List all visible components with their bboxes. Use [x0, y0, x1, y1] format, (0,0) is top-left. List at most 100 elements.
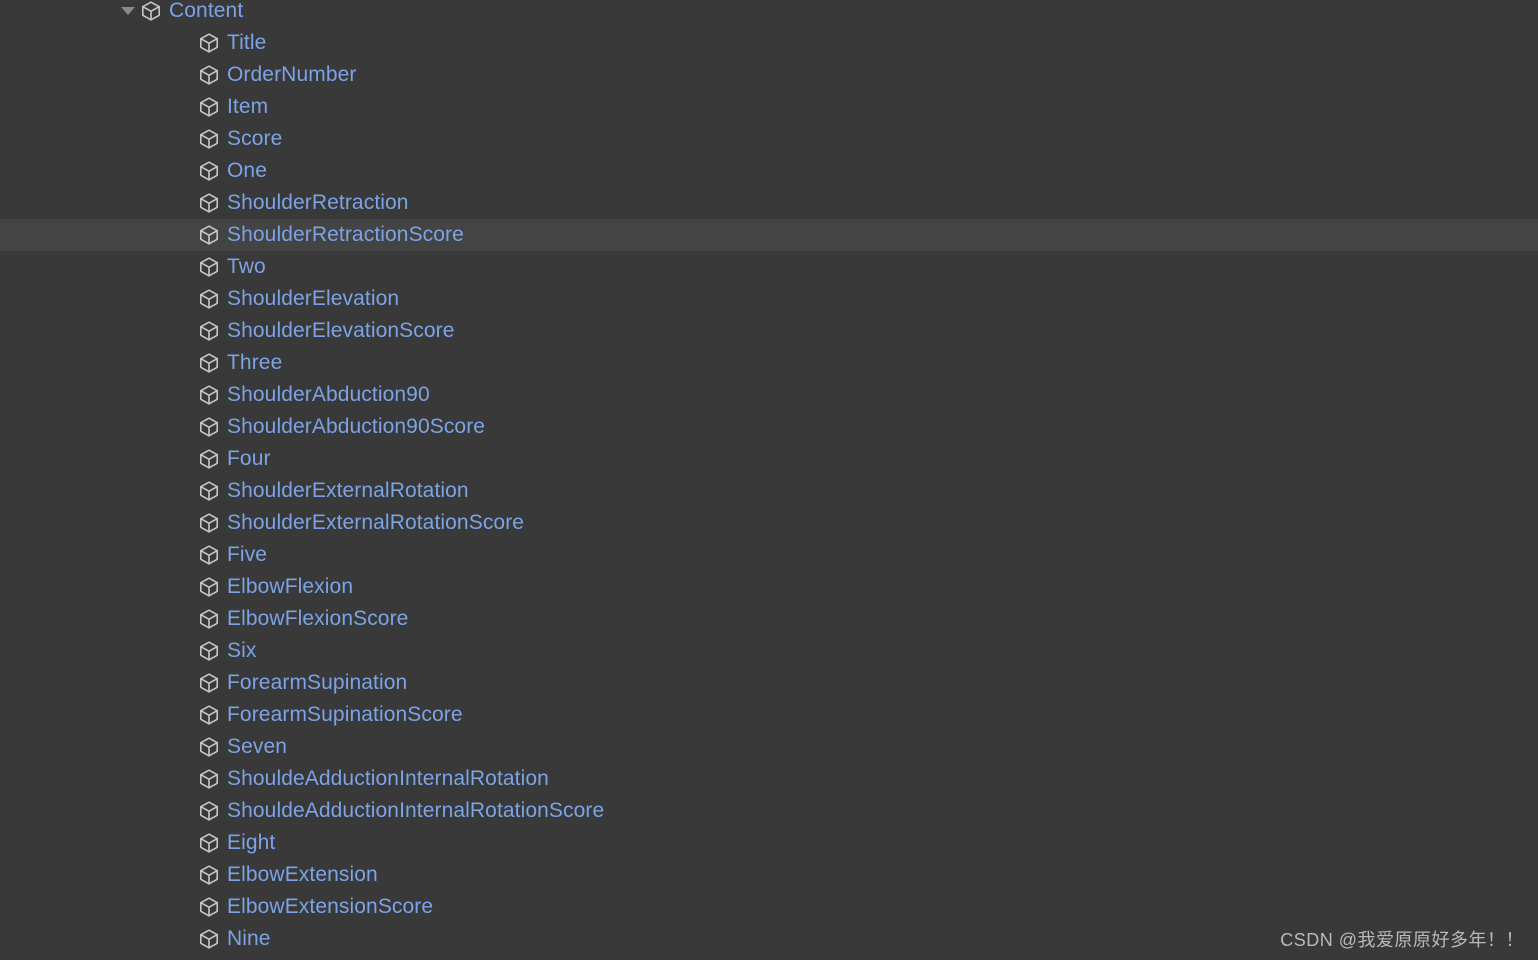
hierarchy-row[interactable]: ShoulderRetraction — [0, 187, 1538, 219]
row-indent — [0, 875, 175, 876]
disclosure-triangle-expanded-icon[interactable] — [117, 0, 139, 27]
hierarchy-row-label: OrderNumber — [227, 63, 357, 86]
hierarchy-row-label: ShoulderExternalRotationScore — [227, 511, 525, 534]
gameobject-cube-icon — [197, 223, 221, 247]
row-indent — [0, 843, 175, 844]
gameobject-cube-icon — [197, 447, 221, 471]
hierarchy-row[interactable]: OrderNumber — [0, 59, 1538, 91]
hierarchy-row[interactable]: Four — [0, 443, 1538, 475]
hierarchy-row[interactable]: ShoulderExternalRotation — [0, 475, 1538, 507]
row-indent — [0, 203, 175, 204]
hierarchy-row-label: Two — [227, 255, 266, 278]
hierarchy-row[interactable]: ForearmSupinationScore — [0, 699, 1538, 731]
disclosure-spacer — [175, 763, 197, 795]
hierarchy-row[interactable]: ElbowFlexionScore — [0, 603, 1538, 635]
row-indent — [0, 395, 175, 396]
gameobject-cube-icon — [197, 703, 221, 727]
gameobject-cube-icon — [197, 159, 221, 183]
hierarchy-row[interactable]: Content — [0, 0, 1538, 27]
gameobject-cube-icon — [139, 0, 163, 23]
disclosure-spacer — [175, 283, 197, 315]
row-indent — [0, 811, 175, 812]
row-indent — [0, 267, 175, 268]
hierarchy-row[interactable]: ForearmSupination — [0, 667, 1538, 699]
hierarchy-row-label: ElbowFlexionScore — [227, 607, 409, 630]
disclosure-spacer — [175, 699, 197, 731]
hierarchy-row[interactable]: ShoulderElevationScore — [0, 315, 1538, 347]
hierarchy-row[interactable]: ShouldeAdductionInternalRotation — [0, 763, 1538, 795]
hierarchy-row[interactable]: ShouldeAdductionInternalRotationScore — [0, 795, 1538, 827]
hierarchy-panel: Content Title OrderNumber Item Score One Shoul… — [0, 0, 1538, 960]
gameobject-cube-icon — [197, 639, 221, 663]
hierarchy-row[interactable]: ShoulderRetractionScore — [0, 219, 1538, 251]
disclosure-spacer — [175, 667, 197, 699]
gameobject-cube-icon — [197, 95, 221, 119]
disclosure-spacer — [175, 475, 197, 507]
hierarchy-row[interactable]: Five — [0, 539, 1538, 571]
hierarchy-row-label: ShoulderRetractionScore — [227, 223, 464, 246]
gameobject-cube-icon — [197, 351, 221, 375]
gameobject-cube-icon — [197, 479, 221, 503]
hierarchy-row[interactable]: Item — [0, 91, 1538, 123]
disclosure-spacer — [175, 539, 197, 571]
hierarchy-row[interactable]: Three — [0, 347, 1538, 379]
hierarchy-row-label: Four — [227, 447, 271, 470]
row-indent — [0, 459, 175, 460]
disclosure-spacer — [175, 123, 197, 155]
gameobject-cube-icon — [197, 831, 221, 855]
hierarchy-row-label: ForearmSupinationScore — [227, 703, 463, 726]
hierarchy-row[interactable]: Title — [0, 27, 1538, 59]
hierarchy-row-label: Item — [227, 95, 269, 118]
gameobject-cube-icon — [197, 415, 221, 439]
disclosure-spacer — [175, 27, 197, 59]
hierarchy-row-label: ElbowFlexion — [227, 575, 354, 598]
hierarchy-row-label: ShoulderAbduction90Score — [227, 415, 486, 438]
disclosure-spacer — [175, 635, 197, 667]
hierarchy-row[interactable]: ShoulderAbduction90Score — [0, 411, 1538, 443]
hierarchy-row[interactable]: Six — [0, 635, 1538, 667]
hierarchy-row-label: ShoulderExternalRotation — [227, 479, 469, 502]
hierarchy-row-label: ElbowExtensionScore — [227, 895, 434, 918]
hierarchy-row[interactable]: ElbowFlexion — [0, 571, 1538, 603]
hierarchy-row-label: Content — [169, 0, 244, 22]
row-indent — [0, 107, 175, 108]
disclosure-spacer — [175, 91, 197, 123]
hierarchy-row-label: ShouldeAdductionInternalRotation — [227, 767, 549, 790]
gameobject-cube-icon — [197, 543, 221, 567]
hierarchy-row-label: Three — [227, 351, 283, 374]
hierarchy-row[interactable]: ShoulderElevation — [0, 283, 1538, 315]
hierarchy-row[interactable]: ElbowExtension — [0, 859, 1538, 891]
row-indent — [0, 139, 175, 140]
hierarchy-row[interactable]: Seven — [0, 731, 1538, 763]
disclosure-spacer — [175, 155, 197, 187]
row-indent — [0, 363, 175, 364]
hierarchy-row-label: One — [227, 159, 267, 182]
row-indent — [0, 427, 175, 428]
hierarchy-row-label: ElbowExtension — [227, 863, 378, 886]
disclosure-spacer — [175, 923, 197, 955]
hierarchy-tree: Content Title OrderNumber Item Score One Shoul… — [0, 0, 1538, 955]
gameobject-cube-icon — [197, 895, 221, 919]
row-indent — [0, 715, 175, 716]
disclosure-spacer — [175, 443, 197, 475]
disclosure-spacer — [175, 219, 197, 251]
gameobject-cube-icon — [197, 287, 221, 311]
hierarchy-row[interactable]: Two — [0, 251, 1538, 283]
hierarchy-row[interactable]: Nine — [0, 923, 1538, 955]
hierarchy-row-label: Nine — [227, 927, 271, 950]
hierarchy-row-label: ShoulderRetraction — [227, 191, 409, 214]
gameobject-cube-icon — [197, 735, 221, 759]
hierarchy-row[interactable]: ShoulderAbduction90 — [0, 379, 1538, 411]
hierarchy-row[interactable]: ShoulderExternalRotationScore — [0, 507, 1538, 539]
hierarchy-row-label: ShouldeAdductionInternalRotationScore — [227, 799, 605, 822]
gameobject-cube-icon — [197, 511, 221, 535]
hierarchy-row[interactable]: Eight — [0, 827, 1538, 859]
hierarchy-row[interactable]: One — [0, 155, 1538, 187]
disclosure-spacer — [175, 411, 197, 443]
hierarchy-row[interactable]: Score — [0, 123, 1538, 155]
hierarchy-row-label: Score — [227, 127, 283, 150]
hierarchy-row[interactable]: ElbowExtensionScore — [0, 891, 1538, 923]
disclosure-spacer — [175, 859, 197, 891]
hierarchy-row-label: Seven — [227, 735, 288, 758]
disclosure-spacer — [175, 603, 197, 635]
